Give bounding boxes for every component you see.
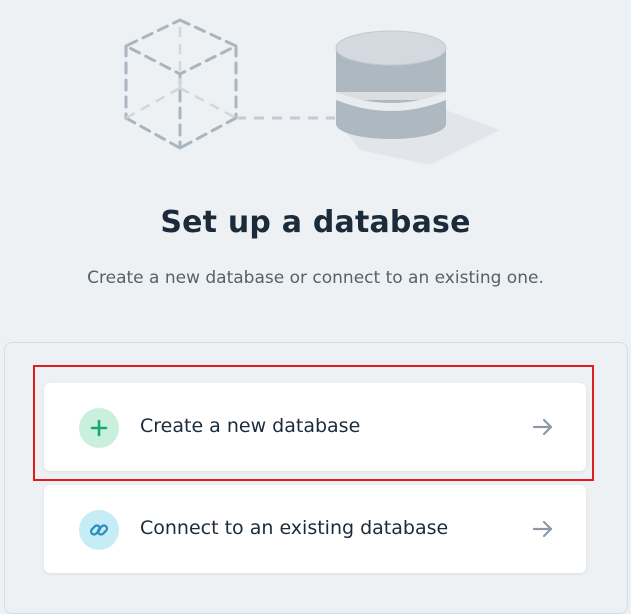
connect-database-option[interactable]: Connect to an existing database	[44, 485, 586, 573]
link-icon	[79, 510, 119, 550]
plus-icon	[79, 408, 119, 448]
connect-database-label: Connect to an existing database	[140, 517, 449, 539]
arrow-right-icon	[532, 520, 553, 538]
database-illustration	[122, 18, 500, 165]
arrow-right-icon	[532, 418, 553, 436]
create-database-label: Create a new database	[140, 415, 361, 437]
page-title: Set up a database	[160, 205, 471, 240]
database-cylinder-icon	[335, 30, 500, 165]
page-subtitle: Create a new database or connect to an e…	[87, 268, 544, 288]
create-database-option[interactable]: Create a new database	[44, 383, 586, 471]
